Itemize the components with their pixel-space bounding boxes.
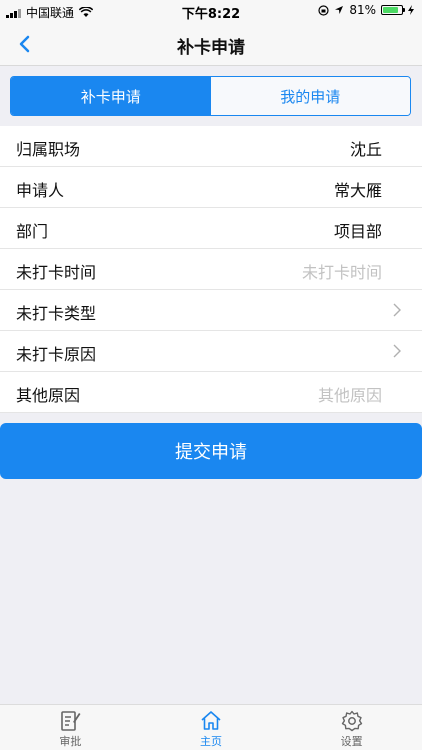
tab-apply[interactable]: 补卡申请 bbox=[11, 77, 211, 115]
other-reason-input[interactable]: 其他原因 bbox=[318, 382, 382, 406]
form-row-missed-type[interactable]: 未打卡类型 bbox=[0, 290, 422, 331]
form-row-applicant: 申请人 常大雁 bbox=[0, 167, 422, 208]
form-row-other-reason[interactable]: 其他原因 其他原因 bbox=[0, 372, 422, 413]
approval-icon bbox=[61, 711, 81, 731]
location-icon bbox=[335, 6, 344, 14]
form-row-missed-time[interactable]: 未打卡时间 未打卡时间 bbox=[0, 249, 422, 290]
battery-icon bbox=[381, 5, 405, 15]
missed-type-label: 未打卡类型 bbox=[16, 304, 97, 323]
tab-approval-label: 审批 bbox=[59, 735, 82, 748]
submit-button[interactable]: 提交申请 bbox=[0, 423, 422, 479]
chevron-right-icon bbox=[393, 344, 401, 358]
chevron-right-icon bbox=[393, 303, 401, 317]
workplace-value: 沈丘 bbox=[349, 140, 382, 159]
settings-icon bbox=[341, 710, 362, 732]
charging-icon bbox=[408, 5, 414, 15]
missed-time-label: 未打卡时间 bbox=[16, 263, 97, 282]
nav-bar: 补卡申请 bbox=[0, 22, 422, 66]
battery-percent: 81% bbox=[349, 3, 376, 17]
tab-approval[interactable]: 审批 bbox=[0, 705, 141, 750]
rotation-lock-icon bbox=[318, 4, 329, 16]
page-title: 补卡申请 bbox=[177, 38, 245, 58]
missed-reason-label: 未打卡原因 bbox=[16, 345, 97, 364]
workplace-label: 归属职场 bbox=[16, 140, 81, 159]
applicant-label: 申请人 bbox=[16, 181, 65, 200]
applicant-value: 常大雁 bbox=[333, 181, 382, 200]
tab-bar: 审批 主页 设置 bbox=[0, 704, 422, 750]
form-row-department: 部门 项目部 bbox=[0, 208, 422, 249]
segment-area: 补卡申请 我的申请 bbox=[0, 66, 422, 126]
tab-home[interactable]: 主页 bbox=[141, 705, 282, 750]
form-row-workplace: 归属职场 沈丘 bbox=[0, 126, 422, 167]
status-bar: 中国联通 下午8:22 81% bbox=[0, 0, 422, 22]
application-form: 归属职场 沈丘 申请人 常大雁 部门 项目部 未打卡时间 未打卡时间 未打卡类型… bbox=[0, 126, 422, 413]
segmented-control: 补卡申请 我的申请 bbox=[10, 76, 411, 116]
tab-home-label: 主页 bbox=[200, 735, 222, 748]
missed-time-input[interactable]: 未打卡时间 bbox=[302, 259, 382, 283]
home-icon bbox=[201, 711, 221, 730]
tab-settings[interactable]: 设置 bbox=[281, 705, 422, 750]
tab-settings-label: 设置 bbox=[340, 735, 363, 748]
form-row-missed-reason[interactable]: 未打卡原因 bbox=[0, 331, 422, 372]
department-label: 部门 bbox=[16, 222, 49, 241]
tab-my-applications[interactable]: 我的申请 bbox=[210, 77, 410, 115]
other-reason-label: 其他原因 bbox=[16, 386, 81, 405]
department-value: 项目部 bbox=[333, 222, 382, 241]
